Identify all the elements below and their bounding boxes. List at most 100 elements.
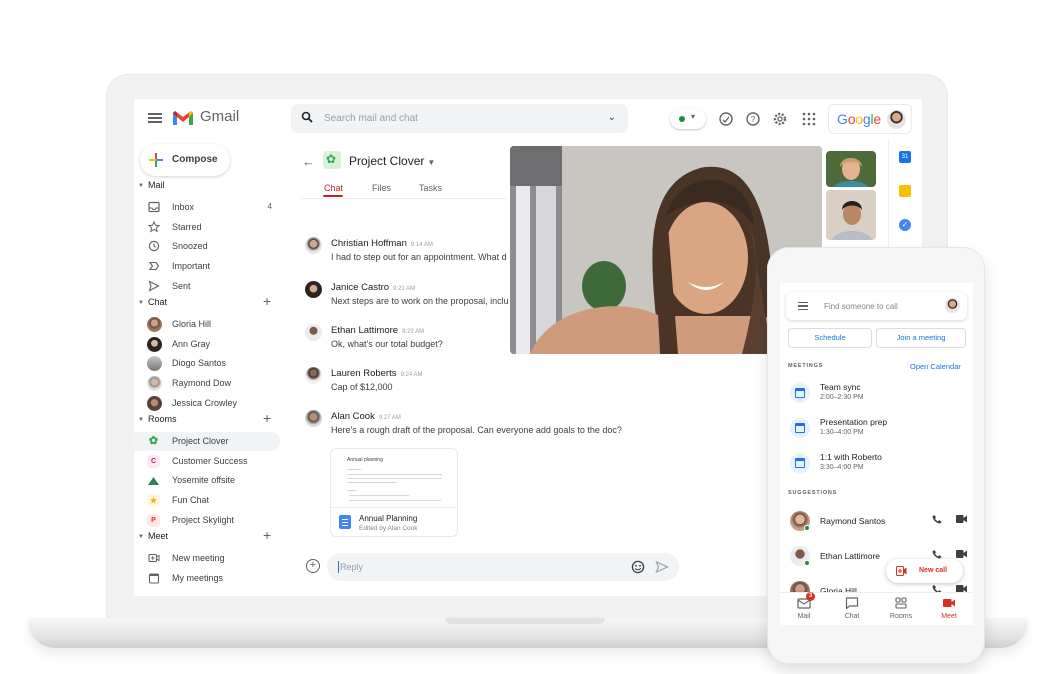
tasks-check-icon[interactable] [718, 111, 734, 127]
tasks-app-icon[interactable]: ✓ [899, 219, 911, 231]
room-item-project-clover[interactable]: ✿ Project Clover [134, 432, 280, 451]
new-chat-plus-icon[interactable]: + [263, 293, 271, 309]
chat-item-jessica-crowley[interactable]: Jessica Crowley [134, 394, 280, 413]
room-item-fun-chat[interactable]: ★ Fun Chat [134, 491, 280, 510]
new-call-label: New call [919, 567, 948, 574]
bottom-nav-rooms[interactable]: Rooms [881, 594, 921, 625]
sidebar-item-inbox[interactable]: Inbox 4 [134, 198, 280, 217]
bottom-nav-mail[interactable]: 3 Mail [784, 592, 824, 625]
meet-item-my-meetings[interactable]: My meetings [134, 569, 280, 588]
search-options-chevron-icon[interactable]: ⌄ [608, 112, 616, 123]
participant-tile[interactable] [826, 190, 876, 240]
chat-item-label: Jessica Crowley [172, 398, 238, 408]
meeting-title: Team sync [820, 382, 861, 392]
back-arrow-icon[interactable]: ← [302, 154, 315, 169]
account-switcher[interactable]: Google [828, 104, 912, 134]
mountain-icon [148, 477, 159, 485]
message-time: 9:27 AM [378, 415, 401, 421]
apps-grid-icon[interactable] [801, 111, 817, 127]
compose-button[interactable]: Compose [140, 144, 230, 176]
sidebar-item-label: Important [172, 261, 211, 271]
new-room-plus-icon[interactable]: + [263, 410, 271, 426]
add-attachment-plus-icon[interactable]: + [306, 559, 320, 573]
find-someone-search[interactable]: Find someone to call [786, 292, 967, 320]
send-icon[interactable] [655, 560, 669, 574]
suggestion-item[interactable]: Raymond Santos [786, 509, 967, 539]
phone-account-avatar[interactable] [945, 298, 960, 313]
join-meeting-button[interactable]: Join a meeting [876, 328, 966, 348]
sidebar-item-label: Sent [172, 281, 191, 291]
gmail-logo-icon [173, 111, 193, 125]
open-calendar-link[interactable]: Open Calendar [910, 362, 961, 371]
avatar [305, 237, 322, 254]
account-avatar[interactable] [887, 110, 906, 129]
calendar-app-icon[interactable]: 31 [899, 151, 911, 163]
phone-call-icon[interactable] [932, 514, 942, 524]
room-item-yosemite-offsite[interactable]: Yosemite offsite [134, 471, 280, 490]
tab-chat[interactable]: Chat [324, 183, 343, 193]
video-call-icon[interactable] [956, 550, 967, 558]
clock-icon [148, 240, 160, 252]
meeting-item[interactable]: 1:1 with Roberto 3:30–4:00 PM [786, 449, 967, 479]
avatar [305, 281, 322, 298]
message-time: 9:23 AM [402, 329, 425, 335]
meet-item-new-meeting[interactable]: New meeting [134, 549, 280, 568]
video-call-icon[interactable] [956, 515, 967, 523]
sidebar-item-important[interactable]: Important [134, 257, 280, 276]
reply-placeholder: Reply [340, 562, 364, 572]
room-item-customer-success[interactable]: C Customer Success [134, 452, 280, 471]
compose-plus-icon [149, 153, 163, 167]
emoji-icon[interactable] [631, 560, 645, 574]
room-avatar: ✿ [323, 151, 341, 169]
mail-section-header[interactable]: ▼ Mail [138, 180, 164, 190]
phone-menu-icon[interactable] [798, 302, 808, 310]
keep-app-icon[interactable] [899, 185, 911, 197]
google-docs-icon [339, 515, 351, 529]
doc-attachment-card[interactable]: Annual planning Annual Planning Edited b… [330, 448, 458, 537]
schedule-button[interactable]: Schedule [788, 328, 872, 348]
room-item-project-skylight[interactable]: P Project Skylight [134, 511, 280, 530]
meet-section-header[interactable]: ▼ Meet [138, 531, 168, 541]
participant-video-image [826, 151, 876, 187]
doc-preview-line [347, 490, 357, 491]
suggestion-name: Raymond Santos [820, 516, 886, 526]
phone-call-icon[interactable] [932, 549, 942, 559]
bottom-nav-chat[interactable]: Chat [832, 594, 872, 625]
chat-item-gloria-hill[interactable]: Gloria Hill [134, 315, 280, 334]
room-title[interactable]: Project Clover ▼ [349, 154, 435, 168]
message-time: 9:14 AM [410, 242, 433, 248]
message-sender: Christian Hoffman 9:14 AM [331, 238, 433, 249]
status-dot-icon [679, 116, 685, 122]
meeting-item[interactable]: Presentation prep 1:30–4:00 PM [786, 414, 967, 444]
meeting-item[interactable]: Team sync 2:00–2:30 PM [786, 379, 967, 409]
rooms-section-header[interactable]: ▼ Rooms [138, 414, 176, 424]
settings-gear-icon[interactable] [772, 111, 788, 127]
bottom-nav-meet[interactable]: Meet [929, 594, 969, 625]
text-cursor [338, 561, 339, 573]
message-text: Next steps are to work on the proposal, … [331, 296, 509, 306]
caret-down-icon: ▾ [691, 112, 696, 121]
suggestions-heading: SUGGESTIONS [788, 490, 838, 496]
tab-files[interactable]: Files [372, 183, 391, 193]
chat-item-raymond-dow[interactable]: Raymond Dow [134, 374, 280, 393]
chat-item-ann-gray[interactable]: Ann Gray [134, 335, 280, 354]
online-indicator [804, 560, 810, 566]
avatar [147, 356, 162, 371]
sidebar-item-label: Inbox [172, 202, 195, 212]
reply-input[interactable]: Reply [327, 553, 679, 581]
status-selector[interactable]: ▾ [670, 109, 706, 129]
sidebar-item-sent[interactable]: Sent [134, 277, 280, 296]
main-menu-icon[interactable] [148, 113, 162, 123]
new-call-button[interactable]: New call [886, 559, 963, 583]
search-bar[interactable]: Search mail and chat ⌄ [291, 104, 628, 133]
participant-tile[interactable] [826, 151, 876, 187]
chat-section-header[interactable]: ▼ Chat [138, 297, 167, 307]
help-icon[interactable]: ? [745, 111, 761, 127]
chat-item-diogo-santos[interactable]: Diogo Santos [134, 354, 280, 373]
new-meet-plus-icon[interactable]: + [263, 527, 271, 543]
tab-tasks[interactable]: Tasks [419, 183, 442, 193]
chat-section-label: Chat [147, 297, 167, 307]
sidebar-item-snoozed[interactable]: Snoozed [134, 237, 280, 256]
room-menu-caret-icon: ▼ [427, 158, 436, 167]
sidebar-item-starred[interactable]: Starred [134, 218, 280, 237]
